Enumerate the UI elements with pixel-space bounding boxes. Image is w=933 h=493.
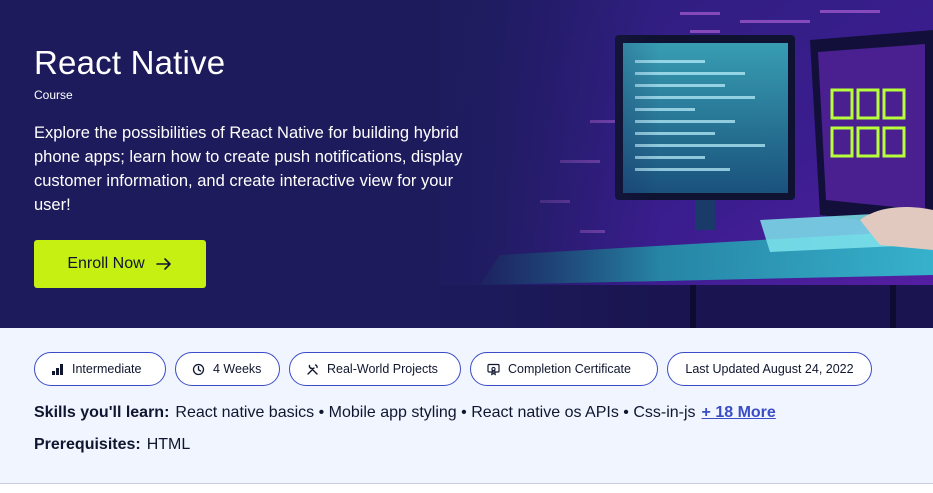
chip-duration-label: 4 Weeks xyxy=(213,362,262,376)
course-title: React Native xyxy=(34,44,226,81)
chip-duration: 4 Weeks xyxy=(175,352,280,386)
enroll-now-button[interactable]: Enroll Now xyxy=(34,240,206,288)
certificate-icon xyxy=(487,363,500,376)
course-hero: React Native Course Explore the possibil… xyxy=(0,0,933,328)
prerequisites-label: Prerequisites: xyxy=(34,436,141,453)
chip-projects: Real-World Projects xyxy=(289,352,461,386)
chip-difficulty-label: Intermediate xyxy=(72,362,142,376)
enroll-now-label: Enroll Now xyxy=(67,255,145,272)
skills-label: Skills you'll learn: xyxy=(34,404,170,421)
course-info-panel: Intermediate 4 Weeks Real-World Projects… xyxy=(0,328,933,483)
prerequisites-line: Prerequisites: HTML xyxy=(34,436,190,454)
skills-list: React native basics • Mobile app styling… xyxy=(175,404,696,421)
more-skills-link[interactable]: + 18 More xyxy=(702,404,776,421)
arrow-right-icon xyxy=(155,258,171,270)
signal-bars-icon xyxy=(52,363,63,375)
chip-difficulty: Intermediate xyxy=(34,352,166,386)
chip-certificate-label: Completion Certificate xyxy=(508,362,631,376)
course-description: Explore the possibilities of React Nativ… xyxy=(34,124,463,214)
bottom-divider xyxy=(0,483,933,484)
prerequisites-value: HTML xyxy=(146,436,191,453)
chip-last-updated-label: Last Updated August 24, 2022 xyxy=(685,362,854,376)
clock-icon xyxy=(192,363,205,375)
tools-icon xyxy=(307,363,318,375)
chip-last-updated: Last Updated August 24, 2022 xyxy=(667,352,872,386)
chip-certificate: Completion Certificate xyxy=(470,352,658,386)
course-type-label: Course xyxy=(34,88,73,102)
chip-projects-label: Real-World Projects xyxy=(327,362,438,376)
skills-line: Skills you'll learn: React native basics … xyxy=(34,404,776,422)
course-attribute-chips: Intermediate 4 Weeks Real-World Projects… xyxy=(34,352,872,386)
